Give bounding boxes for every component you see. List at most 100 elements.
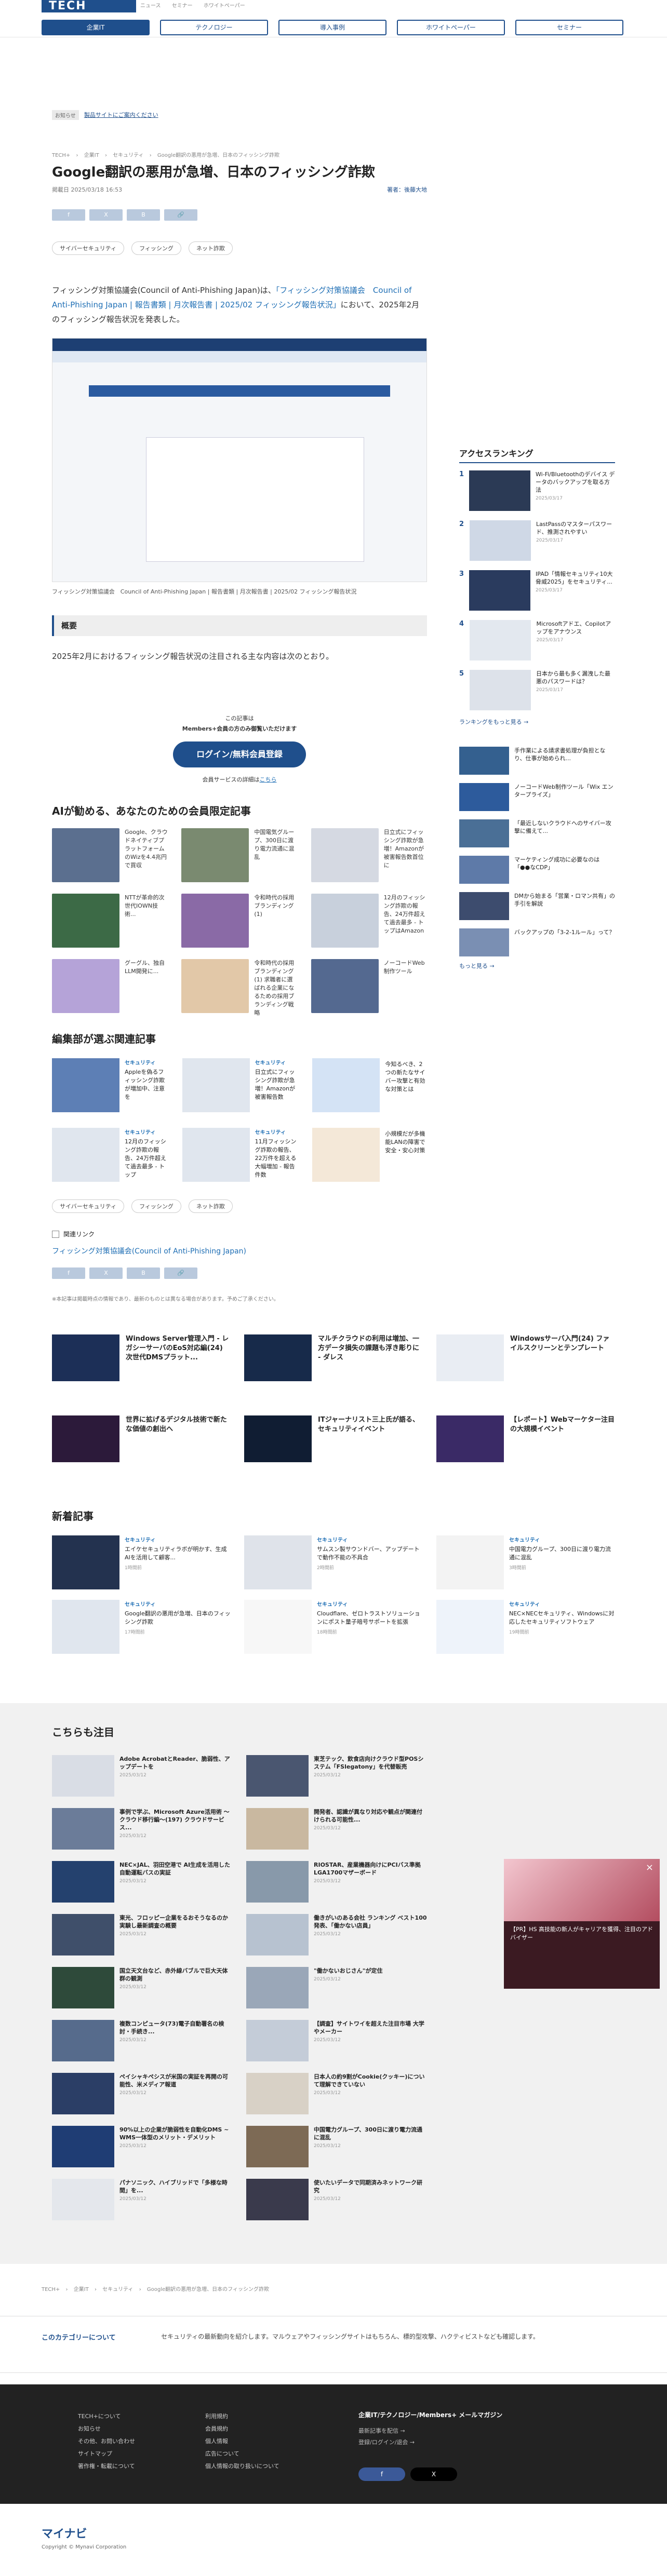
- ai-card[interactable]: 令和時代の採用ブランディング(1) 求職者に選ばれる企業になるための採用ブランデ…: [181, 959, 297, 1016]
- footer-link[interactable]: その他、お問い合わせ: [78, 2435, 135, 2448]
- footer-link[interactable]: 広告について: [205, 2448, 279, 2460]
- biz-card[interactable]: Windows Server管理入門 - レガシーサーバのEoS対応編(24) …: [52, 1334, 231, 1381]
- x-share-button[interactable]: X: [89, 209, 123, 221]
- copy-link-button[interactable]: 🔗: [164, 1267, 197, 1279]
- related-card[interactable]: セキュリティ 11月フィッシング詐欺の報告、22万件を超える 大幅増加 - 報告件…: [182, 1128, 297, 1182]
- category-case-studies[interactable]: 導入事例: [278, 20, 386, 35]
- author-link[interactable]: 著者：後藤大地: [387, 185, 427, 194]
- tag[interactable]: フィッシング: [131, 241, 181, 255]
- ad-banner[interactable]: × 【PR】HS 高技能の新人がキャリアを獲得、注目のアドバイザー: [504, 1859, 660, 1989]
- new-article-card[interactable]: セキュリティ 中国電力グループ、300日に渡り電力流通に混乱 3時間前: [436, 1535, 615, 1589]
- new-article-card[interactable]: セキュリティ Cloudflare、ゼロトラストソリューションにポスト量子暗号サポ…: [244, 1600, 423, 1654]
- newsletter-link[interactable]: 登録/ログイン/退会 →: [358, 2437, 502, 2448]
- pr-item[interactable]: DMから始まる「営業・ロマン共有」の手引を解説: [459, 892, 615, 920]
- ranking-item[interactable]: 3 IPAD「情報セキュリティ10大脅威2025」をセキュリティ... 2025/0…: [459, 570, 615, 613]
- category-seminars[interactable]: セミナー: [515, 20, 623, 35]
- featured-card[interactable]: パナソニック、ハイブリッドで「多様な時間」を... 2025/03/12: [52, 2179, 233, 2222]
- featured-card[interactable]: 90%以上の企業が脆弱性を自動化DMS ~ WMS一体型のメリット・デメリット 2…: [52, 2126, 233, 2169]
- hatena-share-button[interactable]: B: [127, 1267, 160, 1279]
- facebook-share-button[interactable]: f: [52, 209, 85, 221]
- x-button[interactable]: X: [410, 2467, 457, 2481]
- featured-card[interactable]: 働きがいのある会社 ランキング ベスト100発表、「働かない店員」 2025/03…: [246, 1914, 427, 1958]
- footer-link[interactable]: 個人情報の取り扱いについて: [205, 2460, 279, 2473]
- breadcrumb-item[interactable]: セキュリティ: [113, 153, 143, 158]
- ai-card[interactable]: NTTが革命的次世代IOWN技術...: [52, 894, 168, 948]
- featured-card[interactable]: Adobe AcrobatとReader、脆弱性、アップデートを 2025/03/…: [52, 1755, 233, 1799]
- tag[interactable]: ネット詐欺: [188, 1199, 233, 1213]
- featured-card[interactable]: 使いたいデータで同期済みネットワーク研究 2025/03/12: [246, 2179, 427, 2222]
- newsletter-link[interactable]: 最新記事を配信 →: [358, 2425, 502, 2437]
- footer-link[interactable]: TECH+について: [78, 2410, 135, 2423]
- ai-card[interactable]: 令和時代の採用ブランディング(1): [181, 894, 297, 948]
- tag[interactable]: サイバーセキュリティ: [52, 241, 125, 255]
- checkbox[interactable]: [52, 1230, 59, 1238]
- breadcrumb-item[interactable]: 企業IT: [74, 2287, 89, 2292]
- related-card[interactable]: 小規模だが多機能LANの障害で安全・安心対策: [312, 1128, 427, 1182]
- ai-card[interactable]: ノーコードWeb制作ツール: [311, 959, 427, 1013]
- new-article-card[interactable]: セキュリティ サムスン製サウンドバー、アップデートで動作不能の不具合 2時間前: [244, 1535, 423, 1589]
- tag[interactable]: サイバーセキュリティ: [52, 1199, 125, 1213]
- facebook-share-button[interactable]: f: [52, 1267, 85, 1279]
- ai-card[interactable]: Google、クラウドネイティブプラットフォームのWizを4.4兆円で買収: [52, 828, 168, 882]
- x-share-button[interactable]: X: [89, 1267, 123, 1279]
- related-card[interactable]: 今知るべき、2つの新たなサイバー攻撃と有効な対策とは: [312, 1058, 427, 1112]
- biz-card[interactable]: Windowsサーバ入門(24) ファイルスクリーンとテンプレート: [436, 1334, 615, 1381]
- related-links-toggle[interactable]: 関連リンク: [52, 1230, 427, 1238]
- footer-link[interactable]: 著作権・転載について: [78, 2460, 135, 2473]
- new-article-card[interactable]: セキュリティ エイケセキュリティラボが明かす、生成AIを活用して顧客... 1時間前: [52, 1535, 231, 1589]
- pr-item[interactable]: マーケティング成功に必要なのは「●●なCDP」: [459, 856, 615, 884]
- featured-card[interactable]: 事例で学ぶ、Microsoft Azure活用術 ～クラウド移行編～(197) …: [52, 1808, 233, 1852]
- featured-card[interactable]: 開発者、認識が異なり対応や観点が関連付けられる可能性... 2025/03/12: [246, 1808, 427, 1852]
- featured-card[interactable]: ペイシャキペシスが米国の実証を再開の可能性、米メディア報道 2025/03/12: [52, 2073, 233, 2116]
- top-link[interactable]: ホワイトペーパー: [204, 3, 245, 9]
- biz-card[interactable]: ITジャーナリスト三上氏が語る、セキュリティイベント: [244, 1415, 423, 1462]
- featured-card[interactable]: 【調査】サイトワイを超えた注目市場 大学やメーカー 2025/03/12: [246, 2020, 427, 2064]
- featured-card[interactable]: NEC×JAL、羽田空港で AI生成を活用した自動運転バスの実証 2025/03/…: [52, 1861, 233, 1905]
- footer-link[interactable]: お知らせ: [78, 2423, 135, 2435]
- featured-card[interactable]: 複数コンピュータ(73)電子自動署名の検討・手続き... 2025/03/12: [52, 2020, 233, 2064]
- related-card[interactable]: セキュリティ 12月のフィッシング詐欺の報告、24万件超えて過去最多 - トップ: [52, 1128, 167, 1182]
- copy-link-button[interactable]: 🔗: [164, 209, 197, 221]
- featured-card[interactable]: 東光、フロッピー企業をるおそうなるのか実験し最新調査の概要 2025/03/12: [52, 1914, 233, 1958]
- new-article-card[interactable]: セキュリティ Google翻訳の悪用が急増、日本のフィッシング詐欺 17時間前: [52, 1600, 231, 1654]
- pr-item[interactable]: 手作業による請求書処理が負担となり、仕事が始められ...: [459, 747, 615, 775]
- login-register-button[interactable]: ログイン/無料会員登録: [173, 741, 306, 767]
- ranking-more-link[interactable]: ランキングをもっと見る →: [459, 718, 615, 726]
- pr-item[interactable]: 「最近しないクラウドへのサイバー攻撃に備えて...: [459, 819, 615, 847]
- ai-card[interactable]: 中国電気グループ、300日に渡り電力流通に混乱: [181, 828, 297, 882]
- featured-card[interactable]: 国立天文台など、赤外線バブルで巨大天体群の観測 2025/03/12: [52, 1967, 233, 2011]
- featured-card[interactable]: 日本人の約9割がCookie(クッキー)について理解できていない 2025/03/…: [246, 2073, 427, 2116]
- featured-card[interactable]: RIOSTAR、産業機器向けにPCIバス準拠LGA1700マザーボード 2025/…: [246, 1861, 427, 1905]
- tag[interactable]: ネット詐欺: [188, 241, 233, 255]
- member-details-link[interactable]: こちら: [260, 776, 277, 783]
- pr-link[interactable]: 製品サイトにご案内ください: [84, 111, 158, 119]
- category-enterprise-it[interactable]: 企業IT: [42, 20, 150, 35]
- facebook-button[interactable]: f: [358, 2467, 405, 2481]
- close-icon[interactable]: ×: [646, 1862, 653, 1873]
- breadcrumb-item[interactable]: TECH+: [42, 2287, 60, 2292]
- featured-card[interactable]: 東芝テック、飲食店向けクラウド型POSシステム「FSlegatony」を代替販売…: [246, 1755, 427, 1799]
- ranking-item[interactable]: 2 LastPassのマスターパスワード、推測されやすい 2025/03/17: [459, 520, 615, 563]
- hatena-share-button[interactable]: B: [127, 209, 160, 221]
- breadcrumb-item[interactable]: セキュリティ: [102, 2287, 133, 2292]
- breadcrumb-item[interactable]: TECH+: [52, 153, 70, 158]
- breadcrumb-item[interactable]: 企業IT: [84, 153, 99, 158]
- mynavi-logo[interactable]: マイナビ: [42, 2525, 87, 2541]
- ai-card[interactable]: 日立式にフィッシング詐欺が急増！Amazonが被害報告数首位に: [311, 828, 427, 882]
- ranking-item[interactable]: 4 Microsoftアドエ、Copilotアップをアナウンス 2025/03/17: [459, 620, 615, 663]
- biz-card[interactable]: 【レポート】Webマーケター注目の大規模イベント: [436, 1415, 615, 1462]
- ranking-item[interactable]: 1 Wi-Fi/Bluetoothのデバイス データのバックアップを取る方法 202…: [459, 470, 615, 513]
- new-article-card[interactable]: セキュリティ NEC×NECセキュリティ、Windowsに対応したセキュリティソフ…: [436, 1600, 615, 1654]
- category-whitepapers[interactable]: ホワイトペーパー: [397, 20, 505, 35]
- related-card[interactable]: セキュリティ 日立式にフィッシング詐欺が急増！Amazonが被害報告数: [182, 1058, 297, 1112]
- biz-card[interactable]: 世界に拡げるデジタル技術で新たな価値の創出へ: [52, 1415, 231, 1462]
- top-link[interactable]: ニュース: [140, 3, 161, 9]
- pr-item[interactable]: ノーコードWeb制作ツール「Wix エンタープライズ」: [459, 783, 615, 811]
- related-card[interactable]: セキュリティ Appleを偽るフィッシング詐欺が増加中、注意を: [52, 1058, 167, 1112]
- biz-card[interactable]: マルチクラウドの利用は増加、一方データ損失の課題も浮き彫りに - ダレス: [244, 1334, 423, 1381]
- pr-more-link[interactable]: もっと見る →: [459, 962, 615, 970]
- tag[interactable]: フィッシング: [131, 1199, 181, 1213]
- ai-card[interactable]: 12月のフィッシング詐欺の報告、24万件超えて過去最多 - トップはAmazon: [311, 894, 427, 948]
- featured-card[interactable]: "働かないおじさん"が定住 2025/03/12: [246, 1967, 427, 2011]
- related-link[interactable]: フィッシング対策協議会(Council of Anti-Phishing Jap…: [52, 1246, 427, 1256]
